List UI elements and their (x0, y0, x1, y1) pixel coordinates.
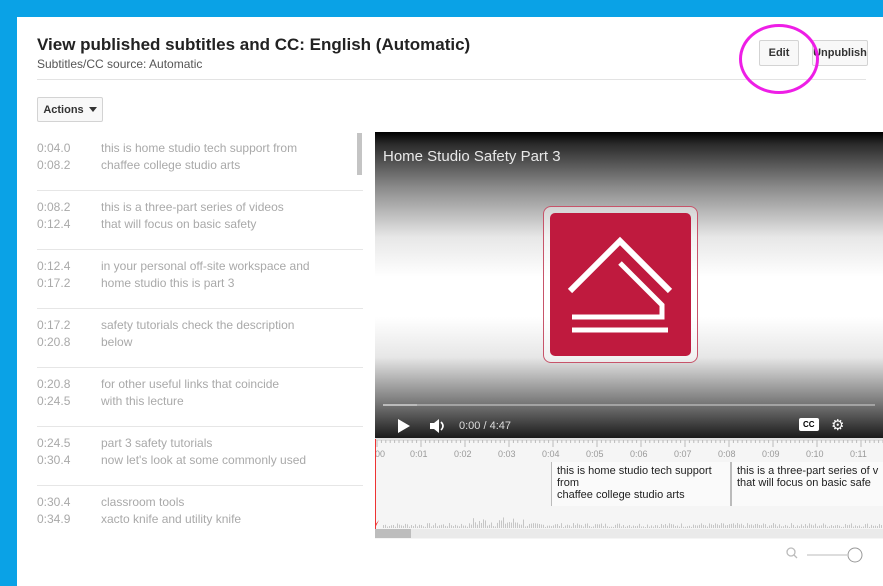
start-time: 0:20.8 (37, 377, 71, 391)
tick-label: 0:02 (454, 449, 472, 459)
header-divider (37, 79, 866, 80)
time-display: 0:00 / 4:47 (459, 420, 511, 432)
unpublish-button[interactable]: Unpublish (812, 40, 868, 66)
zoom-slider[interactable] (785, 545, 867, 565)
tick-label: 0:11 (850, 449, 867, 459)
end-time: 0:24.5 (37, 394, 71, 408)
caret-down-icon (88, 107, 97, 112)
tick-label: 00 (375, 449, 386, 459)
timeline-caption-block[interactable]: this is home studio tech support from ch… (551, 462, 731, 506)
video-player[interactable]: Home Studio Safety Part 3 0:00 / 4:47 CC… (375, 132, 883, 438)
caption-line: home studio this is part 3 (101, 276, 235, 290)
tick-label: 0:06 (630, 449, 648, 459)
caption-line: that will focus on basic safety (101, 217, 257, 231)
caption-line: in your personal off-site workspace and (101, 259, 310, 273)
tick-label: 0:08 (718, 449, 736, 459)
caption-line: this is home studio tech support from (101, 141, 298, 155)
caption-line: this is a three-part series of videos (101, 200, 284, 214)
tick-label: 0:05 (586, 449, 604, 459)
timeline-scrollbar[interactable] (375, 529, 883, 538)
subtitle-row[interactable]: 0:24.5 0:30.4 part 3 safety tutorials no… (37, 427, 363, 486)
caption-line: part 3 safety tutorials (101, 436, 213, 450)
tick-label: 0:07 (674, 449, 692, 459)
gear-icon[interactable]: ⚙ (831, 416, 844, 434)
timeline-ruler: 00 0:01 0:02 0:03 0:04 0:05 0:06 0:07 0:… (375, 439, 883, 461)
tick-label: 0:03 (498, 449, 516, 459)
subtitle-row[interactable]: 0:30.4 0:34.9 classroom tools xacto knif… (37, 486, 363, 539)
caption-line: with this lecture (101, 394, 184, 408)
start-time: 0:17.2 (37, 318, 71, 332)
list-scrollbar[interactable] (357, 133, 362, 175)
start-time: 0:30.4 (37, 495, 71, 509)
timeline-scroll-thumb[interactable] (375, 529, 411, 538)
end-time: 0:12.4 (37, 217, 71, 231)
play-icon[interactable] (397, 418, 411, 437)
subtitle-list: 0:04.0 0:08.2 this is home studio tech s… (37, 132, 363, 539)
caption-line: classroom tools (101, 495, 185, 509)
tick-label: 0:04 (542, 449, 560, 459)
subtitle-row[interactable]: 0:04.0 0:08.2 this is home studio tech s… (37, 132, 363, 191)
zoom-search-icon (786, 547, 798, 559)
video-progress-bar[interactable] (383, 404, 875, 406)
caption-line: now let's look at some commonly used (101, 453, 307, 467)
caption-line: safety tutorials check the description (101, 318, 295, 332)
start-time: 0:04.0 (37, 141, 71, 155)
progress-fill (383, 404, 418, 406)
video-title: Home Studio Safety Part 3 (383, 148, 561, 165)
tick-label: 0:10 (806, 449, 824, 459)
cc-icon[interactable]: CC (799, 418, 819, 431)
end-time: 0:17.2 (37, 276, 71, 290)
start-time: 0:08.2 (37, 200, 71, 214)
studio-logo (543, 206, 698, 363)
audio-waveform (375, 517, 882, 528)
page-title: View published subtitles and CC: English… (37, 35, 471, 54)
caption-timeline[interactable]: 00 0:01 0:02 0:03 0:04 0:05 0:06 0:07 0:… (375, 438, 883, 539)
volume-icon[interactable] (429, 418, 447, 437)
subtitle-row[interactable]: 0:17.2 0:20.8 safety tutorials check the… (37, 309, 363, 368)
subtitle-row[interactable]: 0:20.8 0:24.5 for other useful links tha… (37, 368, 363, 427)
caption-line: for other useful links that coincide (101, 377, 280, 391)
start-time: 0:12.4 (37, 259, 71, 273)
subtitle-source: Subtitles/CC source: Automatic (37, 57, 203, 71)
tick-label: 0:01 (410, 449, 428, 459)
caption-line: xacto knife and utility knife (101, 512, 242, 526)
subtitle-row[interactable]: 0:08.2 0:12.4 this is a three-part serie… (37, 191, 363, 250)
actions-label: Actions (43, 103, 84, 116)
caption-line: chaffee college studio arts (101, 158, 241, 172)
edit-button[interactable]: Edit (759, 40, 799, 66)
caption-line: below (101, 335, 133, 349)
timeline-caption-block[interactable]: this is a three-part series of v that wi… (731, 462, 883, 506)
end-time: 0:08.2 (37, 158, 71, 172)
subtitles-panel: View published subtitles and CC: English… (17, 17, 883, 586)
end-time: 0:30.4 (37, 453, 71, 467)
start-time: 0:24.5 (37, 436, 71, 450)
mountain-logo-icon (550, 213, 691, 356)
end-time: 0:20.8 (37, 335, 71, 349)
tick-label: 0:09 (762, 449, 780, 459)
end-time: 0:34.9 (37, 512, 71, 526)
actions-dropdown[interactable]: Actions (37, 97, 103, 122)
subtitle-row[interactable]: 0:12.4 0:17.2 in your personal off-site … (37, 250, 363, 309)
